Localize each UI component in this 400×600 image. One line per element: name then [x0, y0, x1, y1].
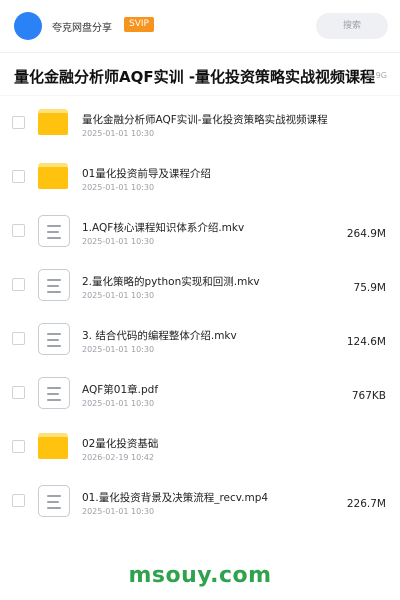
brand-watermark: msouy.com [128, 563, 272, 588]
file-date: 2025-01-01 10:30 [82, 345, 155, 354]
select-checkbox[interactable] [12, 440, 25, 453]
document-icon [38, 485, 70, 517]
select-checkbox[interactable] [12, 170, 25, 183]
footer: msouy.com [0, 549, 400, 600]
folder-icon [38, 163, 68, 189]
file-size: 75.9M [353, 282, 386, 294]
select-checkbox[interactable] [12, 332, 25, 345]
list-item[interactable]: 01量化投资前导及课程介绍 2025-01-01 10:30 [0, 150, 400, 204]
select-checkbox[interactable] [12, 386, 25, 399]
select-checkbox[interactable] [12, 116, 25, 129]
file-size: 226.7M [346, 498, 386, 510]
list-item[interactable]: AQF第01章.pdf 2025-01-01 10:30 767KB [0, 366, 400, 420]
select-checkbox[interactable] [12, 224, 25, 237]
file-name[interactable]: AQF第01章.pdf [82, 382, 158, 397]
file-name[interactable]: 3. 结合代码的编程整体介绍.mkv [82, 328, 237, 343]
file-name[interactable]: 量化金融分析师AQF实训-量化投资策略实战视频课程 [82, 112, 328, 127]
file-name[interactable]: 2.量化策略的python实现和回测.mkv [82, 274, 260, 289]
file-date: 2025-01-01 10:30 [82, 291, 155, 300]
list-item[interactable]: 量化金融分析师AQF实训-量化投资策略实战视频课程 2025-01-01 10:3… [0, 96, 400, 150]
file-date: 2025-01-01 10:30 [82, 507, 155, 516]
avatar[interactable] [14, 12, 42, 40]
list-item[interactable]: 2.量化策略的python实现和回测.mkv 2025-01-01 10:30 75… [0, 258, 400, 312]
file-list: 量化金融分析师AQF实训-量化投资策略实战视频课程 2025-01-01 10:3… [0, 96, 400, 549]
folder-icon [38, 109, 68, 135]
file-name[interactable]: 01量化投资前导及课程介绍 [82, 166, 211, 181]
page-title: 量化金融分析师AQF实训 -量化投资策略实战视频课程 [14, 68, 376, 86]
document-icon [38, 269, 70, 301]
list-item[interactable]: 1.AQF核心课程知识体系介绍.mkv 2025-01-01 10:30 264.9… [0, 204, 400, 258]
document-icon [38, 323, 70, 355]
file-date: 2026-02-19 10:42 [82, 453, 155, 462]
file-size: 264.9M [346, 228, 386, 240]
document-icon [38, 215, 70, 247]
list-item[interactable]: 02量化投资基础 2026-02-19 10:42 [0, 420, 400, 474]
total-size: 8.9G [368, 71, 387, 80]
header: 夸克网盘分享 SVIP 搜索 [0, 0, 400, 52]
file-name[interactable]: 1.AQF核心课程知识体系介绍.mkv [82, 220, 244, 235]
file-size: 767KB [351, 390, 386, 402]
svip-badge: SVIP [124, 17, 154, 32]
select-checkbox[interactable] [12, 278, 25, 291]
file-name[interactable]: 02量化投资基础 [82, 436, 158, 451]
list-item[interactable]: 01.量化投资背景及决策流程_recv.mp4 2025-01-01 10:30 2… [0, 474, 400, 528]
username: 夸克网盘分享 [52, 23, 112, 34]
search-input[interactable]: 搜索 [316, 13, 388, 39]
folder-icon [38, 433, 68, 459]
select-checkbox[interactable] [12, 494, 25, 507]
file-date: 2025-01-01 10:30 [82, 129, 155, 138]
file-date: 2025-01-01 10:30 [82, 183, 155, 192]
title-bar: 量化金融分析师AQF实训 -量化投资策略实战视频课程 8.9G [0, 52, 400, 95]
file-date: 2025-01-01 10:30 [82, 237, 155, 246]
document-icon [38, 377, 70, 409]
list-item[interactable]: 3. 结合代码的编程整体介绍.mkv 2025-01-01 10:30 124.6M [0, 312, 400, 366]
file-size: 124.6M [346, 336, 386, 348]
file-date: 2025-01-01 10:30 [82, 399, 155, 408]
file-name[interactable]: 01.量化投资背景及决策流程_recv.mp4 [82, 490, 268, 505]
